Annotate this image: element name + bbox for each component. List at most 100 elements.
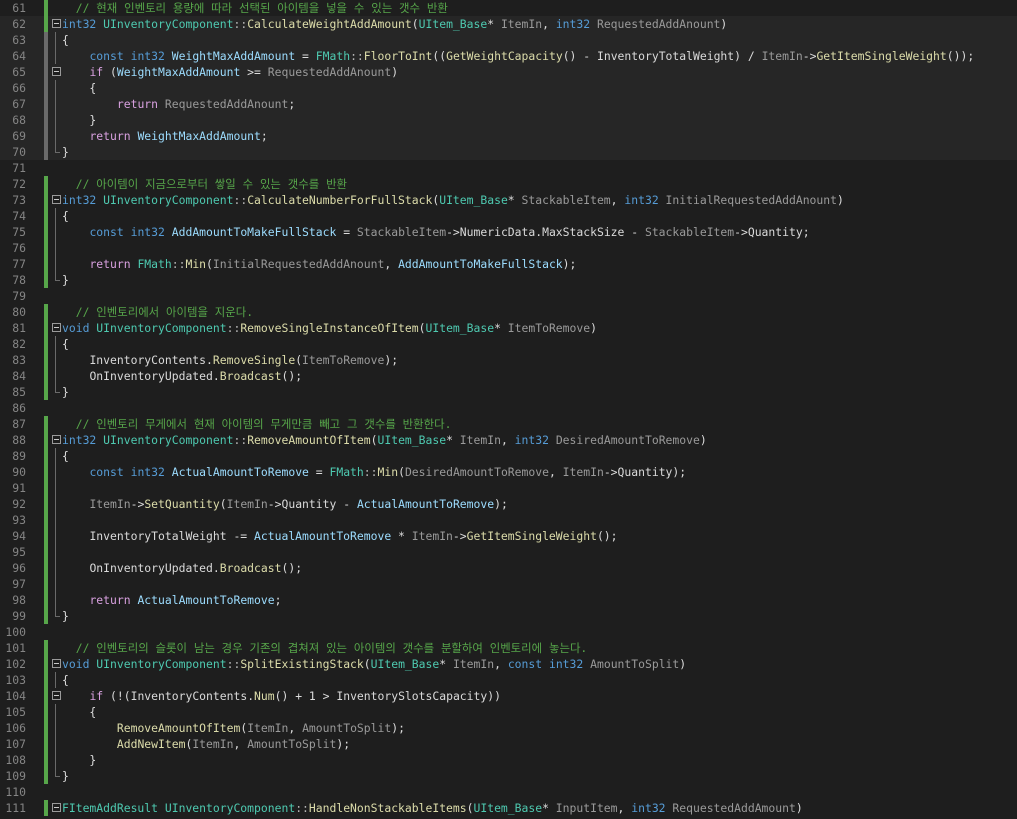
change-marker (44, 800, 48, 816)
collapse-icon[interactable] (52, 435, 61, 444)
code-token: } (62, 753, 97, 767)
collapse-icon[interactable] (52, 19, 61, 28)
code-line[interactable]: 64 const int32 WeightMaxAddAmount = FMat… (0, 48, 1017, 64)
line-number: 91 (12, 481, 26, 495)
code-line[interactable]: 110 (0, 784, 1017, 800)
code-line[interactable]: 90 const int32 ActualAmountToRemove = FM… (0, 464, 1017, 480)
code-line[interactable]: 75 const int32 AddAmountToMakeFullStack … (0, 224, 1017, 240)
line-number: 66 (12, 81, 26, 95)
code-line[interactable]: 83 InventoryContents.RemoveSingle(ItemTo… (0, 352, 1017, 368)
code-text: } (62, 768, 69, 784)
code-token: WeightMaxAddAmount (137, 129, 261, 143)
code-token: FMath (137, 257, 172, 271)
code-line[interactable]: 82 { (0, 336, 1017, 352)
code-editor[interactable]: 61 // 현재 인벤토리 용량에 따라 선택된 아이템을 넣을 수 있는 갯수… (0, 0, 1017, 819)
code-line[interactable]: 89 { (0, 448, 1017, 464)
code-line[interactable]: 108 } (0, 752, 1017, 768)
code-line[interactable]: 85} (0, 384, 1017, 400)
code-line[interactable]: 101 // 인벤토리의 슬롯이 남는 경우 기존의 겹쳐져 있는 아이템의 갯… (0, 640, 1017, 656)
code-token: -> (452, 529, 467, 543)
code-line[interactable]: 86 (0, 400, 1017, 416)
code-line[interactable]: 105 { (0, 704, 1017, 720)
code-token: , (500, 433, 515, 447)
code-line[interactable]: 79 (0, 288, 1017, 304)
outline-guide (55, 768, 60, 777)
code-line[interactable]: 78} (0, 272, 1017, 288)
change-marker (44, 176, 48, 192)
code-token: ); (391, 721, 405, 735)
code-token: int32 (631, 801, 666, 815)
code-text: { (62, 336, 69, 352)
outline-guide (55, 96, 56, 112)
code-line[interactable]: 76 (0, 240, 1017, 256)
code-line[interactable]: 84 OnInventoryUpdated.Broadcast(); (0, 368, 1017, 384)
code-line[interactable]: 74 { (0, 208, 1017, 224)
code-line[interactable]: 87 // 인벤토리 무게에서 현재 아이템의 무게만큼 빼고 그 갯수를 반환… (0, 416, 1017, 432)
code-token: ItemIn (192, 737, 234, 751)
code-line[interactable]: 109} (0, 768, 1017, 784)
collapse-icon[interactable] (52, 323, 61, 332)
code-line[interactable]: 72 // 아이템이 지금으로부터 쌓일 수 있는 갯수를 반환 (0, 176, 1017, 192)
code-line[interactable]: 67 return RequestedAddAnount; (0, 96, 1017, 112)
code-token: * (391, 529, 412, 543)
code-line[interactable]: 68 } (0, 112, 1017, 128)
code-line[interactable]: 106 RemoveAmountOfItem(ItemIn, AmountToS… (0, 720, 1017, 736)
code-line[interactable]: 94 InventoryTotalWeight -= ActualAmountT… (0, 528, 1017, 544)
code-line[interactable]: 99} (0, 608, 1017, 624)
code-line[interactable]: 71 (0, 160, 1017, 176)
code-line[interactable]: 70} (0, 144, 1017, 160)
code-token: . (206, 353, 213, 367)
code-line[interactable]: 81 void UInventoryComponent::RemoveSingle… (0, 320, 1017, 336)
code-token: int32 (130, 49, 165, 63)
code-line[interactable]: 98 return ActualAmountToRemove; (0, 592, 1017, 608)
collapse-icon[interactable] (52, 67, 61, 76)
collapse-icon[interactable] (52, 659, 61, 668)
code-line[interactable]: 69 return WeightMaxAddAmount; (0, 128, 1017, 144)
code-token: } (62, 385, 69, 399)
code-line[interactable]: 107 AddNewItem(ItemIn, AmountToSplit); (0, 736, 1017, 752)
code-line[interactable]: 100 (0, 624, 1017, 640)
change-marker (44, 256, 48, 272)
change-marker (44, 64, 48, 80)
code-token: StackableItem (356, 225, 447, 239)
change-marker (44, 208, 48, 224)
code-line[interactable]: 102 void UInventoryComponent::SplitExisti… (0, 656, 1017, 672)
code-line[interactable]: 88 int32 UInventoryComponent::RemoveAmoun… (0, 432, 1017, 448)
code-line[interactable]: 65 if (WeightMaxAddAmount >= RequestedAd… (0, 64, 1017, 80)
outline-guide (55, 512, 56, 528)
code-line[interactable]: 96 OnInventoryUpdated.Broadcast(); (0, 560, 1017, 576)
code-token: -> (802, 49, 817, 63)
code-text: OnInventoryUpdated.Broadcast(); (62, 368, 302, 384)
collapse-icon[interactable] (52, 691, 61, 700)
code-line[interactable]: 92 ItemIn->SetQuantity(ItemIn->Quantity … (0, 496, 1017, 512)
code-line[interactable]: 93 (0, 512, 1017, 528)
change-marker (44, 592, 48, 608)
code-line[interactable]: 73 int32 UInventoryComponent::CalculateNu… (0, 192, 1017, 208)
code-line[interactable]: 97 (0, 576, 1017, 592)
code-line[interactable]: 103 { (0, 672, 1017, 688)
collapse-icon[interactable] (52, 195, 61, 204)
code-line[interactable]: 80 // 인벤토리에서 아이템을 지운다. (0, 304, 1017, 320)
code-line[interactable]: 77 return FMath::Min(InitialRequestedAdd… (0, 256, 1017, 272)
code-token: RemoveAmountOfItem (247, 433, 371, 447)
outline-guide (55, 448, 56, 464)
code-line[interactable]: 91 (0, 480, 1017, 496)
line-number: 110 (5, 785, 26, 799)
code-line[interactable]: 61 // 현재 인벤토리 용량에 따라 선택된 아이템을 넣을 수 있는 갯수… (0, 0, 1017, 16)
code-token: ); (562, 257, 577, 271)
code-line[interactable]: 63 { (0, 32, 1017, 48)
code-line[interactable]: 62 int32 UInventoryComponent::CalculateWe… (0, 16, 1017, 32)
code-line[interactable]: 104 if (!(InventoryContents.Num() + 1 > … (0, 688, 1017, 704)
code-line[interactable]: 66 { (0, 80, 1017, 96)
collapse-icon[interactable] (52, 803, 61, 812)
change-marker (44, 544, 48, 560)
code-line[interactable]: 95 (0, 544, 1017, 560)
outline-guide (55, 544, 56, 560)
outline-guide (55, 336, 56, 352)
change-marker (44, 112, 48, 128)
code-token: , (548, 465, 563, 479)
code-line[interactable]: 111 FItemAddResult UInventoryComponent::H… (0, 800, 1017, 816)
outline-guide (55, 80, 56, 96)
